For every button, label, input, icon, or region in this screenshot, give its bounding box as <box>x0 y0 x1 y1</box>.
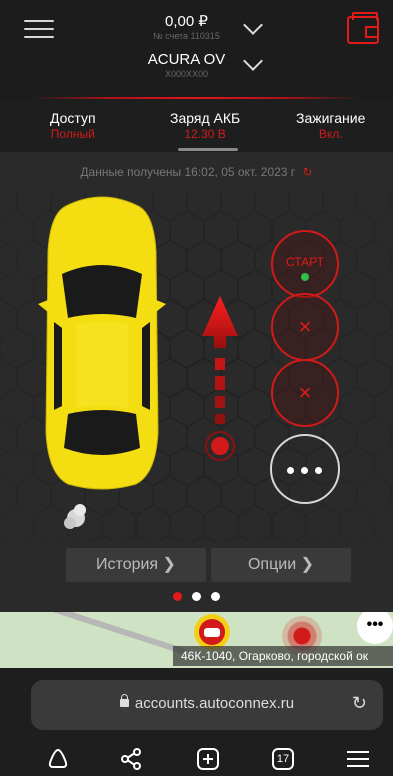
status-dot-icon <box>301 273 309 281</box>
battery-stat: Заряд АКБ 12.30 В <box>170 110 240 141</box>
ignition-value: Вкл. <box>318 127 343 141</box>
timestamp-text: Данные получены 16:02, 05 окт. 2023 г <box>80 165 296 179</box>
page-indicator <box>0 588 393 606</box>
chevron-right-icon: ❯ <box>162 556 176 573</box>
ignition-stat: Зажигание Вкл. <box>296 110 365 141</box>
arrow-up-icon <box>202 296 238 461</box>
url-text: accounts.autoconnex.ru <box>134 695 295 712</box>
app-header: 0,00 ₽ № счета 110315 ACURA OV X000XX00 <box>0 0 393 100</box>
start-label: СТАРТ <box>286 255 324 269</box>
balance-amount: 0,00 ₽ <box>165 13 208 30</box>
map-road <box>0 612 187 655</box>
car-name: ACURA OV <box>147 51 226 68</box>
access-label: Доступ <box>50 110 96 126</box>
browser-menu-icon[interactable] <box>345 746 371 772</box>
tabs-button[interactable]: 17 <box>270 746 296 772</box>
home-icon[interactable] <box>45 746 71 772</box>
options-label: Опции <box>247 556 297 573</box>
browser-nav-bar: 17 <box>0 742 393 776</box>
status-bar: Доступ Полный Заряд АКБ 12.30 В Зажигани… <box>0 100 393 148</box>
car-icon <box>204 628 220 637</box>
data-timestamp: Данные получены 16:02, 05 окт. 2023 г ↻ <box>0 165 393 179</box>
new-tab-icon[interactable] <box>195 746 221 772</box>
share-icon[interactable] <box>118 746 144 772</box>
battery-value: 12.30 В <box>184 127 226 141</box>
close-icon: × <box>298 380 312 405</box>
reload-icon[interactable]: ↻ <box>352 693 367 714</box>
page-dot-active[interactable] <box>173 592 182 601</box>
map-preview[interactable]: ••• 46К-1040, Огарково, городской ок <box>0 612 393 668</box>
start-engine-button[interactable]: СТАРТ <box>271 230 339 298</box>
battery-label: Заряд АКБ <box>170 110 241 126</box>
car-selector[interactable]: ACURA OV X000XX00 <box>0 51 393 79</box>
history-label: История <box>96 556 159 573</box>
close-icon: × <box>298 314 312 339</box>
lock-icon <box>119 694 129 707</box>
car-image <box>38 196 166 490</box>
history-button[interactable]: История ❯ <box>66 548 206 582</box>
access-stat: Доступ Полный <box>50 110 96 141</box>
chevron-right-icon: ❯ <box>300 556 314 573</box>
map-more-button[interactable]: ••• <box>357 612 393 644</box>
more-icon <box>301 467 308 474</box>
options-button[interactable]: Опции ❯ <box>211 548 351 582</box>
balance-selector[interactable]: 0,00 ₽ № счета 110315 <box>0 12 393 41</box>
more-icon <box>287 467 294 474</box>
browser-chrome: accounts.autoconnex.ru ↻ 17 <box>0 668 393 776</box>
page-dot[interactable] <box>192 592 201 601</box>
action-button-1[interactable]: × <box>271 293 339 361</box>
refresh-icon[interactable]: ↻ <box>303 165 313 179</box>
car-control-panel: Данные получены 16:02, 05 окт. 2023 г ↻ <box>0 152 393 612</box>
ignition-label: Зажигание <box>296 110 366 126</box>
more-icon <box>315 467 322 474</box>
access-value: Полный <box>50 127 95 141</box>
status-indicator <box>178 148 238 151</box>
page-dot[interactable] <box>211 592 220 601</box>
action-button-2[interactable]: × <box>271 359 339 427</box>
url-bar[interactable]: accounts.autoconnex.ru ↻ <box>31 680 383 730</box>
map-address: 46К-1040, Огарково, городской ок <box>173 646 393 666</box>
divider <box>30 97 363 99</box>
car-plate: X000XX00 <box>164 69 209 79</box>
wallet-icon[interactable] <box>347 12 379 44</box>
url-display: accounts.autoconnex.ru <box>57 694 357 712</box>
more-button[interactable] <box>270 434 340 504</box>
tabs-count: 17 <box>276 753 290 765</box>
exhaust-smoke-icon <box>64 504 86 529</box>
account-number: № счета 110315 <box>153 31 220 41</box>
